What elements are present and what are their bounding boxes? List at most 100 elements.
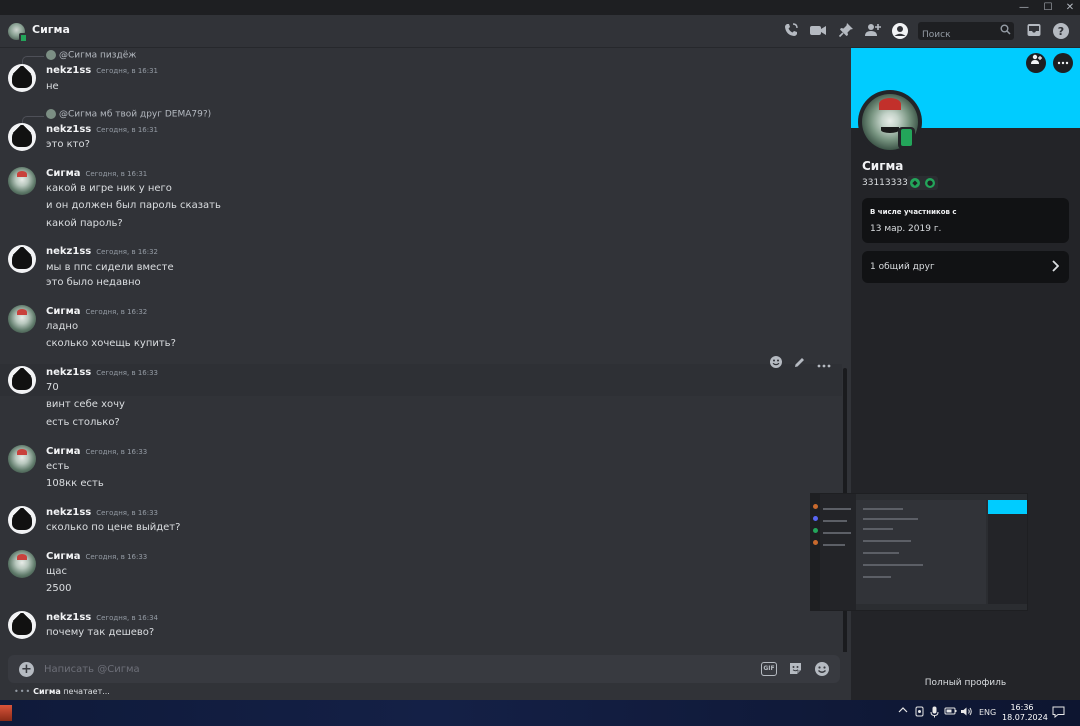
avatar[interactable] (8, 245, 36, 273)
thumb-server-rail (811, 494, 820, 610)
reply-avatar (46, 109, 56, 119)
user-profile-icon[interactable] (891, 22, 909, 40)
minimize-button[interactable]: — (1014, 1, 1034, 14)
message-text: какой в игре ник у него (46, 183, 172, 194)
tray-device-icon[interactable] (914, 706, 925, 720)
message-text: это было недавно (46, 277, 141, 288)
message-input[interactable] (44, 660, 744, 678)
message-timestamp: Сегодня, в 16:34 (96, 614, 158, 622)
message-text: не (46, 81, 59, 92)
avatar[interactable] (8, 305, 36, 333)
phone-call-icon[interactable] (782, 22, 800, 40)
message-author[interactable]: nekz1ss Сегодня, в 16:33 (46, 507, 158, 518)
inbox-icon[interactable] (1025, 22, 1043, 40)
message-author[interactable]: Сигма Сегодня, в 16:32 (46, 306, 147, 317)
message-author[interactable]: nekz1ss Сегодня, в 16:31 (46, 65, 158, 76)
message-timestamp: Сегодня, в 16:33 (96, 509, 158, 517)
microphone-icon[interactable] (930, 706, 939, 721)
profile-username: 33113333 (862, 178, 908, 188)
message-author[interactable]: Сигма Сегодня, в 16:33 (46, 551, 147, 562)
svg-text:?: ? (1058, 25, 1064, 38)
message-text: винт себе хочу (46, 399, 125, 410)
hypesquad-badge-icon[interactable]: ◆ (910, 178, 920, 188)
attach-plus-icon[interactable]: + (19, 662, 34, 677)
notifications-icon[interactable] (1052, 706, 1065, 721)
message-list[interactable]: @Сигма пиздёж nekz1ss Сегодня, в 16:31 не… (0, 48, 850, 652)
message-text: почему так дешево? (46, 627, 155, 638)
member-since-date: 13 мар. 2019 г. (870, 224, 942, 234)
thumb-banner (988, 500, 1027, 514)
avatar[interactable] (8, 366, 36, 394)
mutual-friends-card[interactable]: 1 общий друг (862, 251, 1069, 283)
profile-badges: ◆ ● (907, 176, 938, 190)
clock-time: 16:36 (1010, 703, 1034, 712)
search-box[interactable] (918, 22, 1014, 44)
clock-date: 18.07.2024 (1002, 713, 1048, 722)
avatar[interactable] (8, 506, 36, 534)
search-input[interactable] (918, 26, 996, 44)
more-icon[interactable] (817, 357, 831, 372)
dm-header: Сигма ? (0, 15, 1080, 48)
full-profile-link[interactable]: Полный профиль (851, 678, 1080, 688)
emoji-icon[interactable] (814, 661, 830, 677)
message-author[interactable]: nekz1ss Сегодня, в 16:34 (46, 612, 158, 623)
message-text: какой пароль? (46, 218, 123, 229)
typing-dots-icon: ••• (14, 687, 32, 696)
avatar[interactable] (8, 445, 36, 473)
help-icon[interactable]: ? (1052, 22, 1070, 40)
gif-icon[interactable]: GIF (761, 662, 777, 676)
pin-icon[interactable] (837, 22, 855, 40)
tray-chevron-up-icon[interactable] (898, 706, 908, 717)
message-timestamp: Сегодня, в 16:33 (85, 448, 148, 456)
message-composer[interactable]: + GIF (8, 655, 840, 683)
message-author[interactable]: Сигма Сегодня, в 16:33 (46, 446, 147, 457)
taskbar-app-icon[interactable] (0, 705, 12, 721)
profile-display-name: Сигма (862, 159, 904, 173)
thumb-channel-list (820, 494, 856, 610)
nitro-badge-icon[interactable]: ● (925, 178, 935, 188)
mobile-status-icon (898, 127, 915, 149)
avatar[interactable] (8, 167, 36, 195)
message-timestamp: Сегодня, в 16:31 (96, 126, 158, 134)
close-window-button[interactable]: ✕ (1060, 1, 1080, 14)
message-text: мы в ппс сидели вместе (46, 262, 174, 273)
message-actions-toolbar[interactable] (764, 351, 836, 377)
mobile-status-icon (19, 33, 28, 43)
message-author[interactable]: Сигма Сегодня, в 16:31 (46, 168, 147, 179)
language-indicator[interactable]: ENG (979, 708, 996, 717)
edit-icon[interactable] (793, 356, 806, 373)
message-author[interactable]: nekz1ss Сегодня, в 16:31 (46, 124, 158, 135)
add-friend-profile-button[interactable] (1026, 53, 1046, 73)
avatar[interactable] (8, 64, 36, 92)
message-text: есть (46, 461, 70, 472)
avatar[interactable] (8, 550, 36, 578)
reply-avatar (46, 50, 56, 60)
battery-icon[interactable] (944, 706, 957, 719)
reply-preview[interactable]: @Сигма мб твой друг DEMA79?) (46, 109, 211, 120)
member-since-card: В числе участников с 13 мар. 2019 г. (862, 198, 1069, 243)
message-text: щас (46, 566, 68, 577)
sticker-icon[interactable] (787, 661, 803, 677)
avatar[interactable] (8, 123, 36, 151)
message-timestamp: Сегодня, в 16:32 (85, 308, 148, 316)
dm-title[interactable]: Сигма (32, 23, 70, 36)
add-reaction-icon[interactable] (769, 355, 783, 373)
typing-indicator: ••• Сигма печатает... (14, 687, 110, 696)
volume-icon[interactable] (960, 706, 973, 720)
reply-preview[interactable]: @Сигма пиздёж (46, 50, 136, 61)
profile-more-button[interactable] (1053, 53, 1073, 73)
screenshot-preview-thumbnail[interactable] (810, 493, 1028, 611)
message-timestamp: Сегодня, в 16:31 (96, 67, 158, 75)
message-timestamp: Сегодня, в 16:33 (96, 369, 158, 377)
message-timestamp: Сегодня, в 16:31 (85, 170, 148, 178)
message-text: ладно (46, 321, 79, 332)
message-author[interactable]: nekz1ss Сегодня, в 16:32 (46, 246, 158, 257)
add-friend-icon[interactable] (864, 22, 882, 40)
video-call-icon[interactable] (809, 22, 827, 40)
maximize-button[interactable]: ☐ (1038, 1, 1058, 14)
avatar[interactable] (8, 611, 36, 639)
system-clock[interactable]: 16:36 18.07.2024 (1002, 703, 1048, 723)
message-author[interactable]: nekz1ss Сегодня, в 16:33 (46, 367, 158, 378)
message-timestamp: Сегодня, в 16:33 (85, 553, 148, 561)
message-text: 108кк есть (46, 478, 104, 489)
